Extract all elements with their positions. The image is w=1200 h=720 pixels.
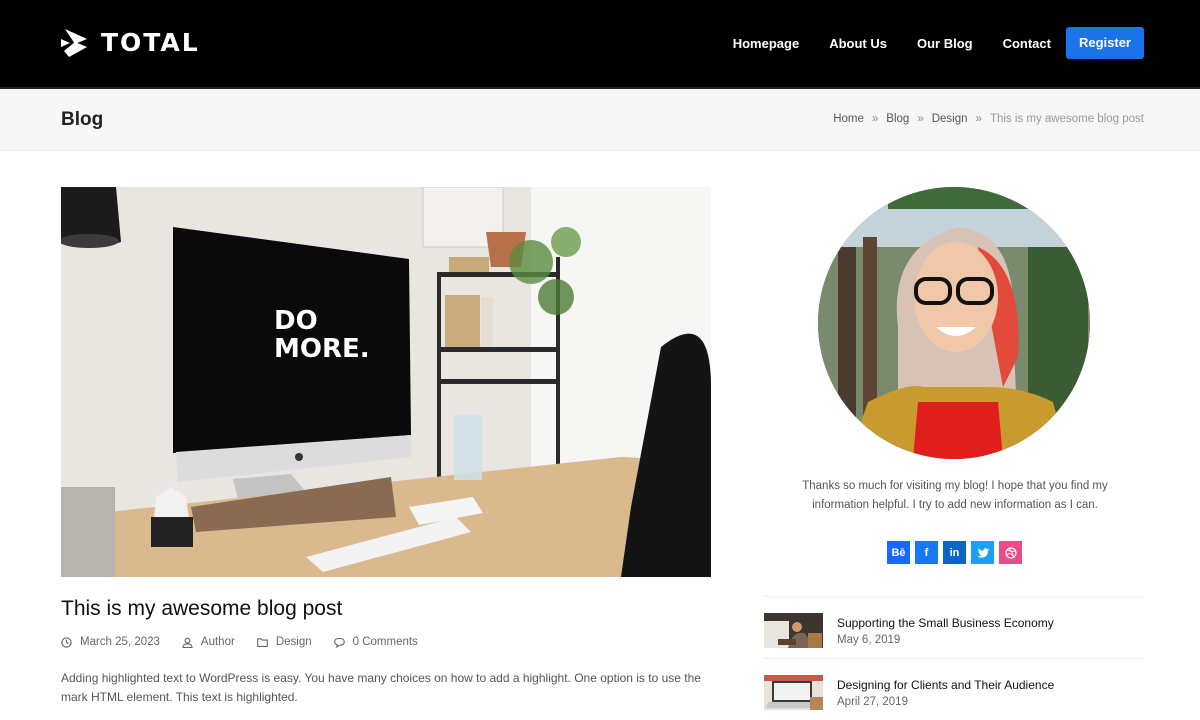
featured-image[interactable]: DO MORE. <box>61 187 711 577</box>
recent-post-item: Supporting the Small Business Economy Ma… <box>764 596 1144 658</box>
nav-homepage[interactable]: Homepage <box>733 36 799 51</box>
register-button[interactable]: Register <box>1065 27 1144 59</box>
breadcrumb-current: This is my awesome blog post <box>989 113 1144 125</box>
recent-post-info: Designing for Clients and Their Audience… <box>837 678 1054 708</box>
linkedin-icon[interactable]: in <box>943 541 966 564</box>
recent-post-thumbnail[interactable] <box>764 675 823 710</box>
recent-post-date: May 6, 2019 <box>837 633 901 646</box>
social-links: Bē f in <box>887 541 1022 564</box>
total-logo-icon <box>61 29 87 57</box>
nav-contact[interactable]: Contact <box>1003 36 1051 51</box>
post-comments: 0 Comments <box>333 636 418 648</box>
desk-scene-illustration: DO MORE. <box>61 187 711 577</box>
comment-icon <box>333 637 345 648</box>
post-comments-link[interactable]: 0 Comments <box>353 636 418 648</box>
dribbble-icon[interactable] <box>999 541 1022 564</box>
nav-about-us[interactable]: About Us <box>829 36 887 51</box>
recent-post-title[interactable]: Designing for Clients and Their Audience <box>837 678 1054 692</box>
site-header: TOTAL Homepage About Us Our Blog Contact… <box>0 0 1200 87</box>
post-date: March 25, 2023 <box>61 636 160 648</box>
facebook-icon[interactable]: f <box>915 541 938 564</box>
breadcrumb-separator: » <box>871 113 879 125</box>
breadcrumb-blog[interactable]: Blog <box>886 113 909 125</box>
breadcrumb: Home » Blog » Design » This is my awesom… <box>833 113 1144 125</box>
monitor-text-more: MORE. <box>274 334 370 364</box>
main-nav: Homepage About Us Our Blog Contact Regis… <box>733 27 1144 59</box>
user-icon <box>182 637 193 648</box>
breadcrumb-home[interactable]: Home <box>833 113 864 125</box>
page-header-bar: Blog Home » Blog » Design » This is my a… <box>0 87 1200 151</box>
breadcrumb-design[interactable]: Design <box>932 113 968 125</box>
recent-post-date: April 27, 2019 <box>837 695 908 708</box>
behance-icon[interactable]: Bē <box>887 541 910 564</box>
recent-posts: Supporting the Small Business Economy Ma… <box>764 596 1144 720</box>
author-portrait-illustration <box>818 187 1090 459</box>
author-avatar <box>818 187 1090 459</box>
recent-post-thumbnail[interactable] <box>764 613 823 648</box>
page-title: Blog <box>61 109 104 130</box>
recent-post-info: Supporting the Small Business Economy Ma… <box>837 616 1054 646</box>
recent-post-item: Designing for Clients and Their Audience… <box>764 658 1144 720</box>
recent-post-title[interactable]: Supporting the Small Business Economy <box>837 616 1054 630</box>
dribbble-ball-glyph <box>1004 546 1017 559</box>
breadcrumb-separator: » <box>917 113 924 125</box>
logo-text: TOTAL <box>101 28 200 57</box>
author-bio: Thanks so much for visiting my blog! I h… <box>802 480 1108 511</box>
post-meta: March 25, 2023 Author Design 0 Comments <box>61 636 440 648</box>
twitter-icon[interactable] <box>971 541 994 564</box>
clock-icon <box>61 636 72 648</box>
post-category-link[interactable]: Design <box>276 636 312 648</box>
folder-icon <box>256 637 268 647</box>
post-title[interactable]: This is my awesome blog post <box>61 597 342 621</box>
thumbnail-laptop <box>764 675 823 710</box>
nav-our-blog[interactable]: Our Blog <box>917 36 973 51</box>
twitter-bird-glyph <box>976 547 989 558</box>
site-logo[interactable]: TOTAL <box>61 27 200 59</box>
breadcrumb-separator: » <box>975 113 982 125</box>
monitor-text-do: DO <box>274 306 318 336</box>
post-excerpt: Adding highlighted text to WordPress is … <box>61 671 701 704</box>
post-date-text: March 25, 2023 <box>80 636 160 648</box>
post-author: Author <box>182 636 235 648</box>
post-category: Design <box>256 636 312 648</box>
post-author-link[interactable]: Author <box>201 636 235 648</box>
thumbnail-woman-laptop <box>764 613 823 648</box>
